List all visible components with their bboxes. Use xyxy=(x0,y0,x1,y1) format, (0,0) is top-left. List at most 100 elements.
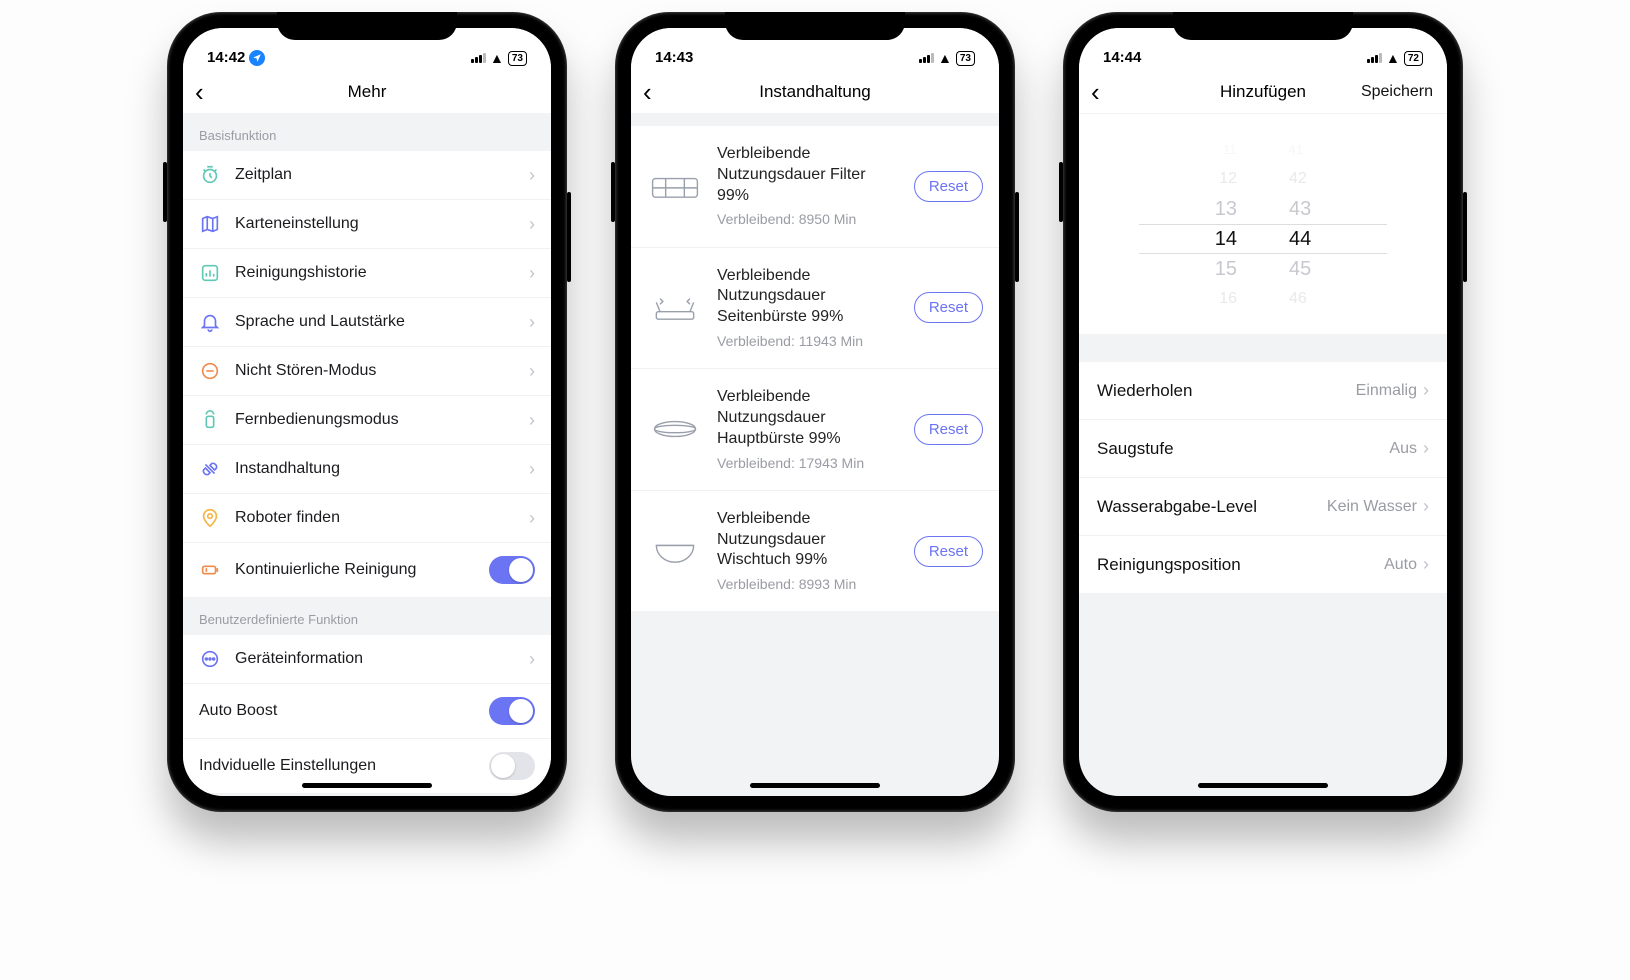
info-icon xyxy=(199,648,221,670)
row-label: Fernbedienungsmodus xyxy=(235,411,515,429)
maint-title: Verbleibende Nutzungsdauer Seitenbürste … xyxy=(717,266,900,328)
maint-sub: Verbleibend: 11943 Min xyxy=(717,332,900,350)
setting-value: Aus xyxy=(1389,440,1417,458)
setting-value: Einmalig xyxy=(1356,382,1417,400)
map-icon xyxy=(199,213,221,235)
section-header-benutzerdefiniert: Benutzerdefinierte Funktion xyxy=(183,598,551,635)
clock-icon xyxy=(199,164,221,186)
status-time: 14:43 xyxy=(655,49,693,66)
status-time: 14:42 xyxy=(207,49,245,66)
row-label: Roboter finden xyxy=(235,509,515,527)
reset-button[interactable]: Reset xyxy=(914,292,983,323)
page-title: Instandhaltung xyxy=(759,82,871,102)
maint-sub: Verbleibend: 8993 Min xyxy=(717,575,900,593)
nav-bar: ‹ Mehr xyxy=(183,70,551,114)
row-sprache[interactable]: Sprache und Lautstärke › xyxy=(183,298,551,347)
maint-title: Verbleibende Nutzungsdauer Hauptbürste 9… xyxy=(717,387,900,449)
row-wasserabgabe[interactable]: Wasserabgabe-Level Kein Wasser › xyxy=(1079,478,1447,536)
back-button[interactable]: ‹ xyxy=(1091,79,1100,105)
chevron-right-icon: › xyxy=(529,165,535,186)
row-zeitplan[interactable]: Zeitplan › xyxy=(183,151,551,200)
dnd-icon xyxy=(199,360,221,382)
notch xyxy=(1173,12,1353,40)
battery-icon: 72 xyxy=(1404,51,1423,66)
row-label: Sprache und Lautstärke xyxy=(235,313,515,331)
setting-value: Auto xyxy=(1384,556,1417,574)
maint-sub: Verbleibend: 17943 Min xyxy=(717,454,900,472)
home-bar[interactable] xyxy=(1198,783,1328,788)
row-roboter-finden[interactable]: Roboter finden › xyxy=(183,494,551,543)
status-time: 14:44 xyxy=(1103,49,1141,66)
chevron-right-icon: › xyxy=(529,263,535,284)
row-geraeteinformation[interactable]: Geräteinformation › xyxy=(183,635,551,684)
wifi-icon: ▲ xyxy=(490,50,504,66)
row-label: Kontinuierliche Reinigung xyxy=(235,561,475,579)
toggle[interactable] xyxy=(489,752,535,780)
row-reinigungsposition[interactable]: Reinigungsposition Auto › xyxy=(1079,536,1447,593)
setting-label: Wiederholen xyxy=(1097,381,1356,401)
row-label: Indviduelle Einstellungen xyxy=(199,757,475,775)
picker-hour-selected: 14 xyxy=(1215,228,1237,251)
row-label: Auto Boost xyxy=(199,702,475,720)
setting-label: Reinigungsposition xyxy=(1097,555,1384,575)
row-label: Zeitplan xyxy=(235,166,515,184)
row-wiederholen[interactable]: Wiederholen Einmalig › xyxy=(1079,362,1447,420)
toggle[interactable] xyxy=(489,697,535,725)
wrench-icon xyxy=(199,458,221,480)
chevron-right-icon: › xyxy=(1423,554,1429,575)
chevron-right-icon: › xyxy=(1423,438,1429,459)
chevron-right-icon: › xyxy=(529,312,535,333)
nav-bar: ‹ Hinzufügen Speichern xyxy=(1079,70,1447,114)
maint-row-seitenbuerste: Verbleibende Nutzungsdauer Seitenbürste … xyxy=(631,248,999,370)
save-button[interactable]: Speichern xyxy=(1361,83,1433,101)
home-bar[interactable] xyxy=(302,783,432,788)
battery-icon: 73 xyxy=(508,51,527,66)
row-instandhaltung[interactable]: Instandhaltung › xyxy=(183,445,551,494)
row-auto-boost[interactable]: Auto Boost xyxy=(183,684,551,739)
chevron-right-icon: › xyxy=(529,459,535,480)
row-saugstufe[interactable]: Saugstufe Aus › xyxy=(1079,420,1447,478)
row-karteneinstellung[interactable]: Karteneinstellung › xyxy=(183,200,551,249)
maint-row-filter: Verbleibende Nutzungsdauer Filter 99% Ve… xyxy=(631,126,999,248)
main-brush-icon xyxy=(647,409,703,449)
reset-button[interactable]: Reset xyxy=(914,171,983,202)
row-label: Reinigungshistorie xyxy=(235,264,515,282)
chevron-right-icon: › xyxy=(1423,496,1429,517)
setting-label: Wasserabgabe-Level xyxy=(1097,497,1327,517)
reset-button[interactable]: Reset xyxy=(914,414,983,445)
chevron-right-icon: › xyxy=(529,649,535,670)
page-title: Hinzufügen xyxy=(1220,82,1306,102)
picker-min-selected: 44 xyxy=(1289,228,1311,251)
row-fernbedienung[interactable]: Fernbedienungsmodus › xyxy=(183,396,551,445)
row-label: Nicht Stören-Modus xyxy=(235,362,515,380)
back-button[interactable]: ‹ xyxy=(643,79,652,105)
notch xyxy=(725,12,905,40)
page-title: Mehr xyxy=(348,82,387,102)
chart-icon xyxy=(199,262,221,284)
time-picker[interactable]: 1141 1242 1343 1444 1545 1646 xyxy=(1079,114,1447,334)
row-label: Instandhaltung xyxy=(235,460,515,478)
row-kontinuierliche-reinigung[interactable]: Kontinuierliche Reinigung xyxy=(183,543,551,598)
low-battery-icon xyxy=(199,559,221,581)
wifi-icon: ▲ xyxy=(938,50,952,66)
chevron-right-icon: › xyxy=(529,214,535,235)
reset-button[interactable]: Reset xyxy=(914,536,983,567)
maint-row-wischtuch: Verbleibende Nutzungsdauer Wischtuch 99%… xyxy=(631,491,999,612)
home-bar[interactable] xyxy=(750,783,880,788)
row-reinigungshistorie[interactable]: Reinigungshistorie › xyxy=(183,249,551,298)
bell-icon xyxy=(199,311,221,333)
wifi-icon: ▲ xyxy=(1386,50,1400,66)
back-button[interactable]: ‹ xyxy=(195,79,204,105)
chevron-right-icon: › xyxy=(1423,380,1429,401)
filter-icon xyxy=(647,166,703,206)
notch xyxy=(277,12,457,40)
maint-title: Verbleibende Nutzungsdauer Wischtuch 99% xyxy=(717,509,900,571)
toggle[interactable] xyxy=(489,556,535,584)
row-label: Karteneinstellung xyxy=(235,215,515,233)
chevron-right-icon: › xyxy=(529,410,535,431)
row-nicht-stoeren[interactable]: Nicht Stören-Modus › xyxy=(183,347,551,396)
chevron-right-icon: › xyxy=(529,508,535,529)
setting-value: Kein Wasser xyxy=(1327,498,1417,516)
phone-instandhaltung: 14:43 ▲ 73 ‹ Instandhaltung Verbleibende… xyxy=(615,12,1015,812)
signal-icon xyxy=(471,53,486,63)
